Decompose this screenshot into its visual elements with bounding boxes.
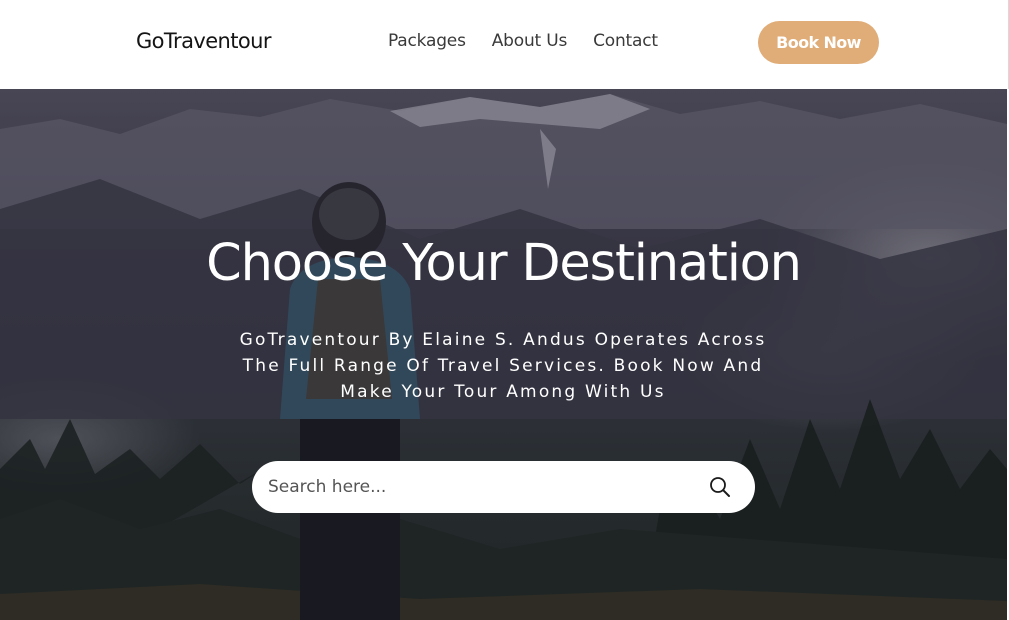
nav-link-contact[interactable]: Contact xyxy=(593,31,658,51)
hero-section: Choose Your Destination GoTraventour By … xyxy=(0,89,1007,620)
hero-title: Choose Your Destination xyxy=(206,234,802,293)
nav-link-packages[interactable]: Packages xyxy=(388,31,466,51)
hero-subtitle: GoTraventour By Elaine S. Andus Operates… xyxy=(239,330,767,402)
book-now-button[interactable]: Book Now xyxy=(758,21,879,64)
site-header: GoTraventour Packages About Us Contact B… xyxy=(0,0,1009,89)
search-input[interactable] xyxy=(268,473,688,501)
main-nav: Packages About Us Contact xyxy=(388,31,684,51)
site-logo[interactable]: GoTraventour xyxy=(136,29,271,53)
search-bar xyxy=(252,461,755,513)
nav-link-about-us[interactable]: About Us xyxy=(492,31,568,51)
search-icon[interactable] xyxy=(708,475,732,503)
